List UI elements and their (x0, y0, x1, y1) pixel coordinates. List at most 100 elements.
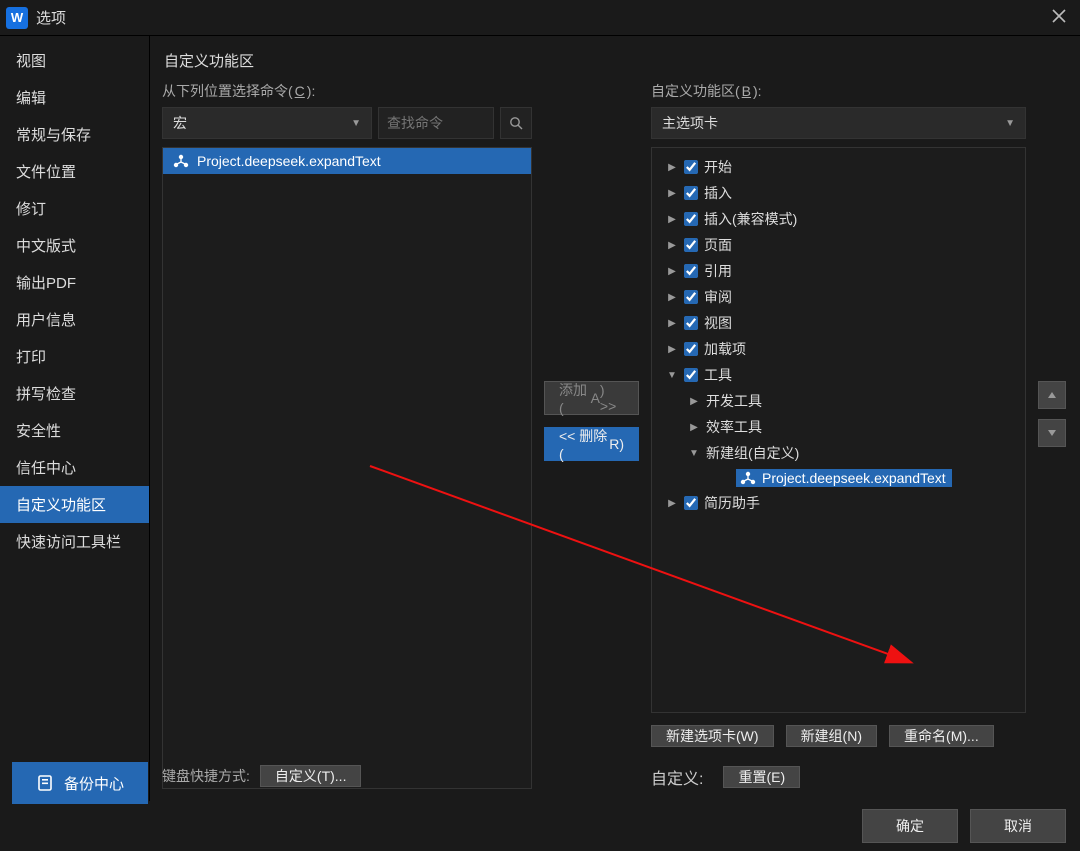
tree-label: 页面 (704, 235, 732, 255)
title-bar: W 选项 (0, 0, 1080, 36)
expand-icon[interactable]: ▶ (666, 188, 678, 199)
reset-button[interactable]: 重置(E) (723, 766, 800, 788)
tree-checkbox[interactable] (684, 212, 698, 226)
customize-ribbon-label: 自定义功能区(B): (651, 81, 1026, 101)
tree-label: 开发工具 (706, 391, 762, 411)
expand-icon[interactable]: ▶ (666, 214, 678, 225)
close-button[interactable] (1044, 7, 1074, 28)
sidebar-item[interactable]: 安全性 (0, 412, 149, 449)
tree-item[interactable]: ▶ 页面 (656, 232, 1021, 258)
tree-checkbox[interactable] (684, 160, 698, 174)
tree-checkbox[interactable] (684, 290, 698, 304)
expand-icon[interactable]: ▶ (666, 266, 678, 277)
search-button[interactable] (500, 107, 532, 139)
tree-checkbox[interactable] (684, 186, 698, 200)
tree-checkbox[interactable] (684, 342, 698, 356)
macro-icon (740, 471, 756, 485)
expand-icon[interactable]: ▶ (688, 396, 700, 407)
commands-source-dropdown[interactable]: 宏 ▼ (162, 107, 372, 139)
tree-checkbox[interactable] (684, 368, 698, 382)
tree-label: Project.deepseek.expandText (762, 470, 946, 486)
expand-icon[interactable]: ▶ (666, 498, 678, 509)
tree-item[interactable]: ▼工具 (656, 362, 1021, 388)
tree-item[interactable]: ▶ 效率工具 (656, 414, 1021, 440)
tree-checkbox[interactable] (684, 264, 698, 278)
sidebar-item[interactable]: 输出PDF (0, 264, 149, 301)
move-up-button[interactable] (1038, 381, 1066, 409)
tree-item[interactable]: Project.deepseek.expandText (656, 466, 1021, 490)
close-icon (1052, 9, 1066, 23)
new-group-button[interactable]: 新建组(N) (786, 725, 877, 747)
tree-item[interactable]: ▼ 新建组(自定义) (656, 440, 1021, 466)
ribbon-tabs-dropdown[interactable]: 主选项卡 ▼ (651, 107, 1026, 139)
ok-button[interactable]: 确定 (862, 809, 958, 843)
ribbon-tree[interactable]: ▶开始▶插入▶插入(兼容模式)▶页面▶引用▶审阅▶视图▶加载项▼工具▶开发工具▶… (651, 147, 1026, 713)
tree-label: 效率工具 (706, 417, 762, 437)
backup-center-button[interactable]: 备份中心 (12, 762, 148, 804)
expand-icon[interactable]: ▶ (666, 292, 678, 303)
sidebar-item[interactable]: 文件位置 (0, 153, 149, 190)
tree-checkbox[interactable] (684, 316, 698, 330)
chevron-down-icon: ▼ (351, 118, 361, 129)
choose-commands-label: 从下列位置选择命令(C): (162, 81, 532, 101)
tree-item[interactable]: ▶ 简历助手 (656, 490, 1021, 516)
sidebar-item[interactable]: 修订 (0, 190, 149, 227)
tree-label: 简历助手 (704, 493, 760, 513)
sidebar-item[interactable]: 自定义功能区 (0, 486, 149, 523)
panel-title: 自定义功能区 (162, 46, 1068, 81)
sidebar-item[interactable]: 视图 (0, 42, 149, 79)
tree-label: 新建组(自定义) (706, 443, 799, 463)
tree-label: 加载项 (704, 339, 746, 359)
tree-item[interactable]: ▶ 开发工具 (656, 388, 1021, 414)
tree-checkbox[interactable] (684, 238, 698, 252)
tree-item[interactable]: ▶ 视图 (656, 310, 1021, 336)
tree-item[interactable]: ▶审阅 (656, 284, 1021, 310)
sidebar-item[interactable]: 拼写检查 (0, 375, 149, 412)
customize-label: 自定义: (651, 765, 703, 789)
sidebar-item[interactable]: 编辑 (0, 79, 149, 116)
tree-item[interactable]: ▶引用 (656, 258, 1021, 284)
expand-icon[interactable]: ▶ (666, 162, 678, 173)
sidebar-item[interactable]: 打印 (0, 338, 149, 375)
command-item[interactable]: Project.deepseek.expandText (163, 148, 531, 174)
expand-icon[interactable]: ▼ (688, 448, 700, 459)
transfer-buttons: 添加(A) >> << 删除(R) (544, 81, 639, 789)
rename-button[interactable]: 重命名(M)... (889, 725, 994, 747)
reorder-buttons (1038, 81, 1068, 789)
window-title: 选项 (36, 7, 66, 28)
tree-label: 插入(兼容模式) (704, 209, 797, 229)
tree-item[interactable]: ▶ 加载项 (656, 336, 1021, 362)
expand-icon[interactable]: ▶ (666, 344, 678, 355)
sidebar-item[interactable]: 信任中心 (0, 449, 149, 486)
chevron-down-icon: ▼ (1005, 118, 1015, 129)
tree-checkbox[interactable] (684, 496, 698, 510)
tree-label: 视图 (704, 313, 732, 333)
customize-shortcuts-button[interactable]: 自定义(T)... (260, 765, 362, 787)
move-down-button[interactable] (1038, 419, 1066, 447)
tree-item[interactable]: ▶ 插入 (656, 180, 1021, 206)
add-button[interactable]: 添加(A) >> (544, 381, 639, 415)
search-input-wrap (378, 107, 494, 139)
sidebar-item[interactable]: 常规与保存 (0, 116, 149, 153)
commands-source-value: 宏 (173, 113, 187, 133)
commands-list[interactable]: Project.deepseek.expandText (162, 147, 532, 789)
commands-column: 从下列位置选择命令(C): 宏 ▼ Project.deepseek.expan… (162, 81, 532, 789)
expand-icon[interactable]: ▼ (666, 370, 678, 381)
sidebar-item[interactable]: 中文版式 (0, 227, 149, 264)
arrow-up-icon (1047, 391, 1057, 399)
sidebar-item[interactable]: 用户信息 (0, 301, 149, 338)
expand-icon[interactable]: ▶ (688, 422, 700, 433)
expand-icon[interactable]: ▶ (666, 318, 678, 329)
expand-icon[interactable]: ▶ (666, 240, 678, 251)
remove-button[interactable]: << 删除(R) (544, 427, 639, 461)
cancel-button[interactable]: 取消 (970, 809, 1066, 843)
tree-item[interactable]: ▶ 开始 (656, 154, 1021, 180)
new-tab-button[interactable]: 新建选项卡(W) (651, 725, 774, 747)
ribbon-tabs-value: 主选项卡 (662, 113, 718, 133)
command-label: Project.deepseek.expandText (197, 153, 381, 169)
tree-label: 开始 (704, 157, 732, 177)
tree-item[interactable]: ▶ 插入(兼容模式) (656, 206, 1021, 232)
search-input[interactable] (387, 115, 485, 131)
sidebar-item[interactable]: 快速访问工具栏 (0, 523, 149, 560)
tree-label: 插入 (704, 183, 732, 203)
